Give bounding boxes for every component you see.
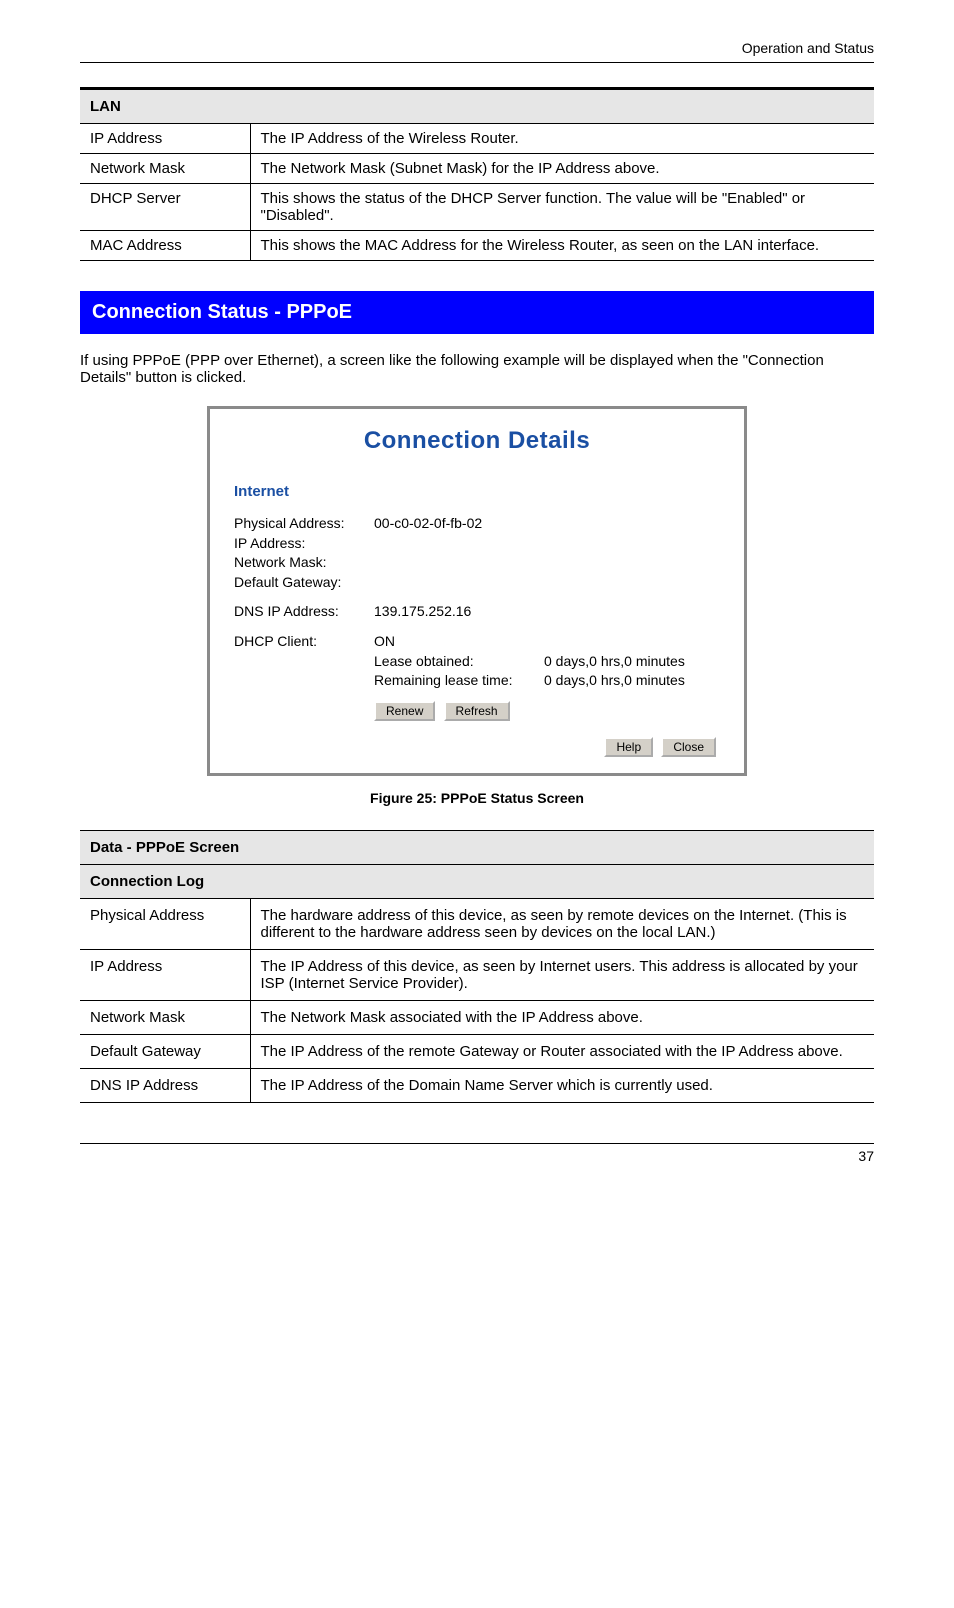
- table-row: Network Mask The Network Mask (Subnet Ma…: [80, 154, 874, 184]
- field-label: Physical Address:: [234, 514, 374, 534]
- data-row-value: The Network Mask associated with the IP …: [250, 1000, 874, 1034]
- data-table-title: Data - PPPoE Screen: [80, 830, 874, 864]
- data-row-label: Network Mask: [80, 1000, 250, 1034]
- dialog-title: Connection Details: [234, 427, 720, 455]
- field-value: ON: [374, 632, 720, 652]
- data-row-label: Default Gateway: [80, 1034, 250, 1068]
- data-row-value: The IP Address of this device, as seen b…: [250, 949, 874, 1000]
- lan-row-value: The IP Address of the Wireless Router.: [250, 124, 874, 154]
- data-row-value: The IP Address of the remote Gateway or …: [250, 1034, 874, 1068]
- lan-row-label: Network Mask: [80, 154, 250, 184]
- dialog-block-dhcp: DHCP Client:ON Lease obtained:0 days,0 h…: [234, 632, 720, 691]
- field-label: IP Address:: [234, 534, 374, 554]
- intro-paragraph: If using PPPoE (PPP over Ethernet), a sc…: [80, 352, 874, 386]
- lan-row-value: This shows the MAC Address for the Wirel…: [250, 231, 874, 261]
- lan-row-label: DHCP Server: [80, 184, 250, 231]
- close-button[interactable]: Close: [661, 737, 716, 757]
- field-label: Remaining lease time:: [374, 671, 544, 691]
- header-rule: [80, 62, 874, 63]
- connection-details-dialog: Connection Details Internet Physical Add…: [207, 406, 747, 776]
- lan-row-value: This shows the status of the DHCP Server…: [250, 184, 874, 231]
- table-row: Default Gateway The IP Address of the re…: [80, 1034, 874, 1068]
- dialog-lease-details: Lease obtained:0 days,0 hrs,0 minutes Re…: [374, 652, 720, 691]
- dialog-block-dns: DNS IP Address:139.175.252.16: [234, 602, 720, 622]
- refresh-button[interactable]: Refresh: [444, 701, 510, 721]
- data-table-subheader: Connection Log: [80, 864, 874, 898]
- dialog-center-buttons: Renew Refresh: [374, 701, 720, 721]
- table-row: Physical Address The hardware address of…: [80, 898, 874, 949]
- table-row: IP Address The IP Address of the Wireles…: [80, 124, 874, 154]
- field-label: DNS IP Address:: [234, 602, 374, 622]
- data-row-value: The hardware address of this device, as …: [250, 898, 874, 949]
- data-row-label: DNS IP Address: [80, 1068, 250, 1102]
- renew-button[interactable]: Renew: [374, 701, 435, 721]
- figure-caption: Figure 25: PPPoE Status Screen: [80, 790, 874, 806]
- lan-table: LAN IP Address The IP Address of the Wir…: [80, 87, 874, 261]
- field-label: Lease obtained:: [374, 652, 544, 672]
- field-label: DHCP Client:: [234, 632, 374, 652]
- field-value: 139.175.252.16: [374, 602, 720, 622]
- table-row: DHCP Server This shows the status of the…: [80, 184, 874, 231]
- table-row: IP Address The IP Address of this device…: [80, 949, 874, 1000]
- footer-rule: [80, 1143, 874, 1144]
- lan-table-header: LAN: [80, 89, 874, 124]
- page-number: 37: [80, 1148, 874, 1164]
- field-value: [374, 553, 720, 573]
- lan-row-label: IP Address: [80, 124, 250, 154]
- section-heading-bar: Connection Status - PPPoE: [80, 291, 874, 334]
- field-value: [374, 573, 720, 593]
- field-value: 00-c0-02-0f-fb-02: [374, 514, 720, 534]
- lan-row-value: The Network Mask (Subnet Mask) for the I…: [250, 154, 874, 184]
- table-row: MAC Address This shows the MAC Address f…: [80, 231, 874, 261]
- field-value: 0 days,0 hrs,0 minutes: [544, 671, 685, 691]
- data-row-label: Physical Address: [80, 898, 250, 949]
- table-row: DNS IP Address The IP Address of the Dom…: [80, 1068, 874, 1102]
- dialog-block-physical: Physical Address:00-c0-02-0f-fb-02 IP Ad…: [234, 514, 720, 592]
- help-button[interactable]: Help: [604, 737, 653, 757]
- lan-row-label: MAC Address: [80, 231, 250, 261]
- field-value: [374, 534, 720, 554]
- table-row: Network Mask The Network Mask associated…: [80, 1000, 874, 1034]
- dialog-subheading: Internet: [234, 483, 720, 500]
- dialog-right-buttons: Help Close: [234, 737, 720, 757]
- pppoe-data-table: Data - PPPoE Screen Connection Log Physi…: [80, 830, 874, 1103]
- header-section-title: Operation and Status: [80, 40, 874, 56]
- field-label: Network Mask:: [234, 553, 374, 573]
- data-row-value: The IP Address of the Domain Name Server…: [250, 1068, 874, 1102]
- field-value: 0 days,0 hrs,0 minutes: [544, 652, 685, 672]
- field-label: Default Gateway:: [234, 573, 374, 593]
- data-row-label: IP Address: [80, 949, 250, 1000]
